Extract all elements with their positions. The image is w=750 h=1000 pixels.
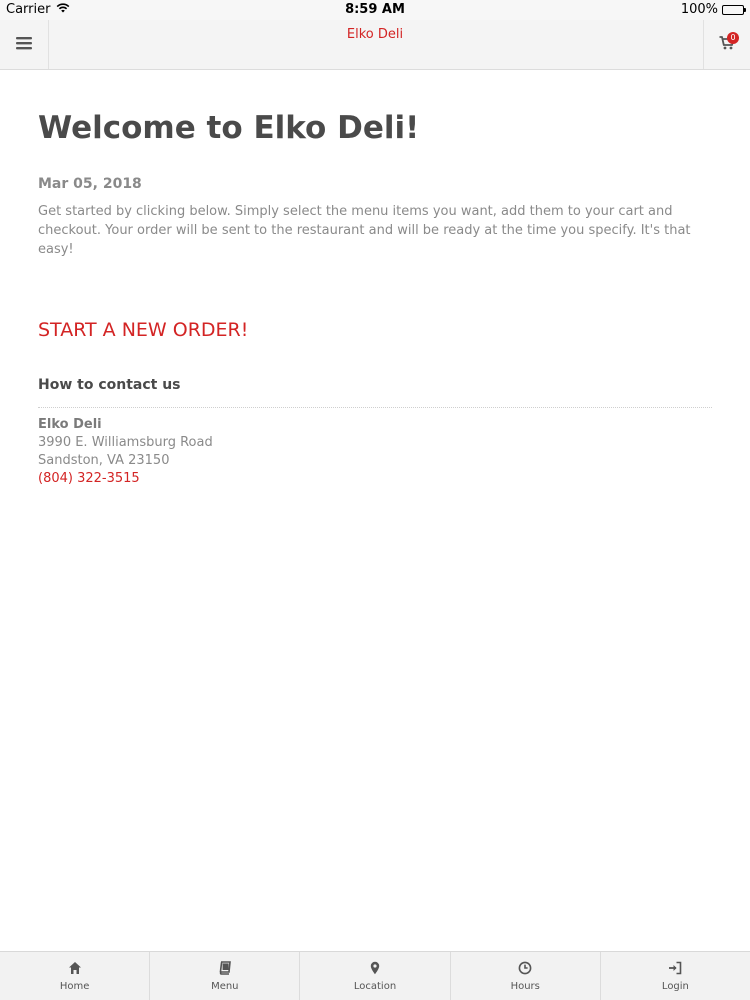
contact-heading: How to contact us bbox=[38, 377, 181, 393]
tab-hours[interactable]: Hours bbox=[451, 952, 601, 1000]
tab-label: Menu bbox=[211, 980, 239, 992]
clock-icon bbox=[518, 961, 532, 978]
tab-menu[interactable]: Menu bbox=[150, 952, 301, 1000]
map-pin-icon bbox=[368, 961, 382, 978]
address-line-1: 3990 E. Williamsburg Road bbox=[38, 435, 213, 450]
tab-label: Hours bbox=[510, 980, 540, 992]
book-icon bbox=[218, 960, 232, 978]
bottom-tab-bar: Home Menu Location Hours Login bbox=[0, 951, 750, 1000]
date-label: Mar 05, 2018 bbox=[38, 176, 142, 192]
app-header: Elko Deli 0 bbox=[0, 20, 750, 70]
tab-home[interactable]: Home bbox=[0, 952, 151, 1000]
main-content: Welcome to Elko Deli! Mar 05, 2018 Get s… bbox=[38, 70, 712, 488]
tab-login[interactable]: Login bbox=[601, 952, 750, 1000]
tab-label: Location bbox=[353, 980, 397, 992]
page-title: Welcome to Elko Deli! bbox=[38, 110, 420, 146]
address-line-2: Sandston, VA 23150 bbox=[38, 453, 170, 468]
cart-button[interactable]: 0 bbox=[703, 20, 750, 69]
divider bbox=[38, 407, 712, 408]
cart-count-badge: 0 bbox=[727, 32, 739, 44]
header-title: Elko Deli bbox=[346, 27, 404, 42]
status-time: 8:59 AM bbox=[345, 2, 405, 17]
battery-percent: 100% bbox=[680, 2, 718, 17]
intro-text: Get started by clicking below. Simply se… bbox=[38, 204, 691, 257]
tab-label: Login bbox=[661, 980, 689, 992]
tab-location[interactable]: Location bbox=[300, 952, 451, 1000]
status-bar: Carrier 8:59 AM 100% bbox=[0, 0, 750, 20]
contact-block: Elko Deli 3990 E. Williamsburg Road Sand… bbox=[38, 416, 712, 488]
restaurant-name: Elko Deli bbox=[38, 417, 102, 432]
status-right: 100% bbox=[680, 2, 746, 17]
login-icon bbox=[668, 961, 682, 978]
start-new-order-link[interactable]: START A NEW ORDER! bbox=[38, 319, 712, 341]
home-icon bbox=[68, 961, 82, 978]
battery-icon bbox=[722, 4, 746, 15]
phone-link[interactable]: (804) 322-3515 bbox=[38, 470, 712, 488]
tab-label: Home bbox=[59, 980, 90, 992]
